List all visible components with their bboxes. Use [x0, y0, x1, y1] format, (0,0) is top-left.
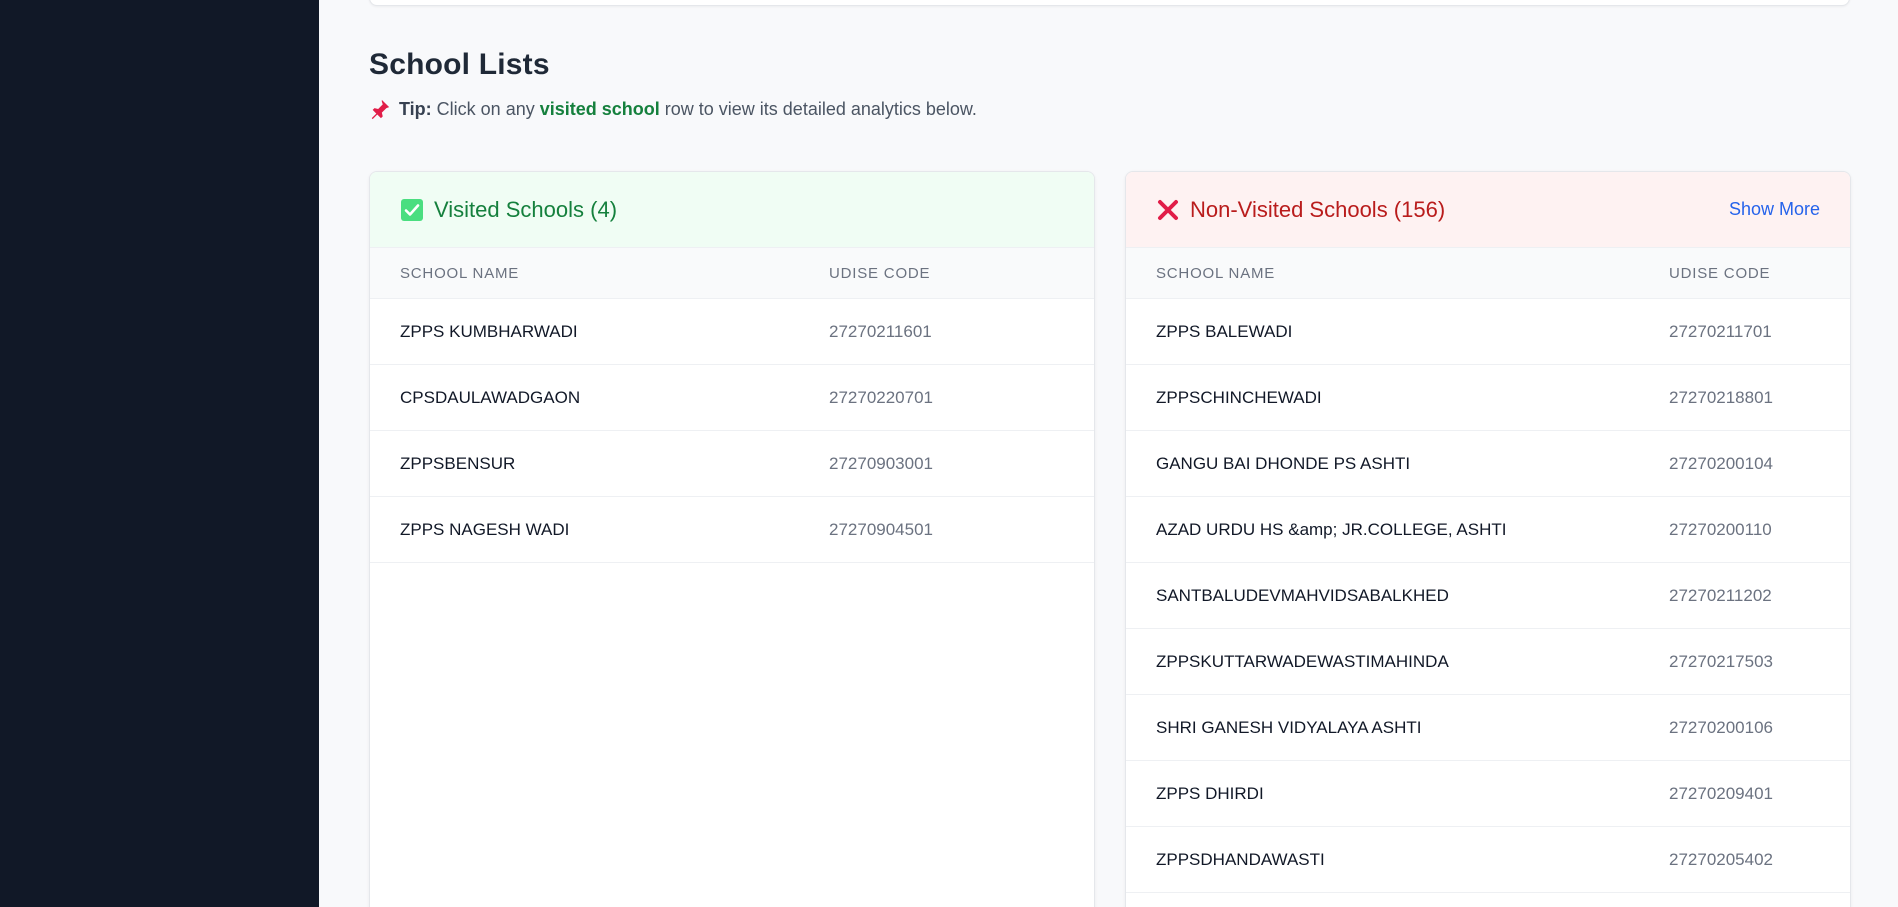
udise-code: 27270211601: [829, 321, 932, 341]
school-name: ZPPS BALEWADI: [1156, 321, 1293, 341]
table-row: ZPPS DHIRDI 27270209401: [1126, 761, 1850, 827]
school-name: ZPPS NAGESH WADI: [400, 519, 570, 539]
column-header-school-name: SCHOOL NAME: [1156, 264, 1276, 282]
visited-panel-header: Visited Schools (4): [370, 172, 1094, 248]
school-name: SHRI GANESH VIDYALAYA ASHTI: [1156, 717, 1422, 737]
table-row[interactable]: ZPPSBENSUR 27270903001: [370, 431, 1094, 497]
tip-highlight: visited school: [539, 98, 660, 119]
table-row[interactable]: CPSDAULAWADGAON 27270220701: [370, 365, 1094, 431]
visited-schools-panel: Visited Schools (4) SCHOOL NAME UDISE CO…: [369, 171, 1095, 907]
table-row: SHRI GANESH VIDYALAYA ASHTI 27270200106: [1126, 695, 1850, 761]
table-row: AZAD URDU HS &amp; JR.COLLEGE, ASHTI 272…: [1126, 497, 1850, 563]
school-name: ZPPSCHINCHEWADI: [1156, 387, 1322, 407]
tip-text: Tip: Click on any visited school row to …: [369, 98, 977, 120]
table-row: SANTBALUDEVMAHVIDSABALKHED 27270211202: [1126, 563, 1850, 629]
cross-mark-icon: [1156, 198, 1180, 222]
check-box-icon: [400, 198, 424, 222]
show-more-button[interactable]: Show More: [1729, 199, 1820, 220]
visited-table-header: SCHOOL NAME UDISE CODE: [370, 248, 1094, 299]
visited-panel-title: Visited Schools (4): [434, 196, 618, 222]
main-content: School Lists Tip: Click on any visited s…: [319, 0, 1898, 907]
udise-code: 27270218801: [1669, 387, 1774, 407]
school-name: SANTBALUDEVMAHVIDSABALKHED: [1156, 585, 1449, 605]
page-title: School Lists: [369, 48, 550, 81]
school-name: ZPPSDHANDAWASTI: [1156, 849, 1325, 869]
udise-code: 27270205402: [1669, 849, 1774, 869]
non-visited-panel-title: Non-Visited Schools (156): [1190, 196, 1446, 222]
school-name: ZPPS KUMBHARWADI: [400, 321, 578, 341]
table-row: ZPPSCHINCHEWADI 27270218801: [1126, 365, 1850, 431]
udise-code: 27270200106: [1669, 717, 1774, 737]
non-visited-schools-panel: Non-Visited Schools (156) Show More SCHO…: [1125, 171, 1851, 907]
column-header-udise-code: UDISE CODE: [1669, 264, 1771, 282]
udise-code: 27270200110: [1669, 519, 1772, 539]
table-row: GANGU BAI DHONDE PS ASHTI 27270200104: [1126, 431, 1850, 497]
sidebar: [0, 0, 319, 907]
school-name: ZPPSBENSUR: [400, 453, 516, 473]
udise-code: 27270217503: [1669, 651, 1774, 671]
table-row: ZPPSKUTTARWADEWASTIMAHINDA 27270217503: [1126, 629, 1850, 695]
school-name: CPSDAULAWADGAON: [400, 387, 581, 407]
school-name: AZAD URDU HS &amp; JR.COLLEGE, ASHTI: [1156, 519, 1507, 539]
udise-code: 27270220701: [829, 387, 934, 407]
column-header-school-name: SCHOOL NAME: [400, 264, 520, 282]
tip-label: Tip:: [399, 98, 432, 119]
table-row[interactable]: ZPPS NAGESH WADI 27270904501: [370, 497, 1094, 563]
school-name: ZPPSKUTTARWADEWASTIMAHINDA: [1156, 651, 1449, 671]
non-visited-table-header: SCHOOL NAME UDISE CODE: [1126, 248, 1850, 299]
school-name: GANGU BAI DHONDE PS ASHTI: [1156, 453, 1411, 473]
udise-code: 27270211701: [1669, 321, 1772, 341]
tip-after: row to view its detailed analytics below…: [664, 98, 977, 119]
visited-table-body: ZPPS KUMBHARWADI 27270211601 CPSDAULAWAD…: [370, 299, 1094, 563]
udise-code: 27270903001: [829, 453, 934, 473]
pushpin-icon: [369, 98, 391, 120]
table-row: ZPPS BALEWADI 27270211701: [1126, 299, 1850, 365]
udise-code: 27270200104: [1669, 453, 1774, 473]
non-visited-table-body: ZPPS BALEWADI 27270211701 ZPPSCHINCHEWAD…: [1126, 299, 1850, 893]
udise-code: 27270211202: [1669, 585, 1772, 605]
tip-before: Click on any: [436, 98, 535, 119]
school-name: ZPPS DHIRDI: [1156, 783, 1264, 803]
table-row[interactable]: ZPPS KUMBHARWADI 27270211601: [370, 299, 1094, 365]
udise-code: 27270904501: [829, 519, 934, 539]
table-row: ZPPSDHANDAWASTI 27270205402: [1126, 827, 1850, 893]
non-visited-panel-header: Non-Visited Schools (156) Show More: [1126, 172, 1850, 248]
top-card: [369, 0, 1850, 6]
udise-code: 27270209401: [1669, 783, 1774, 803]
column-header-udise-code: UDISE CODE: [829, 264, 931, 282]
